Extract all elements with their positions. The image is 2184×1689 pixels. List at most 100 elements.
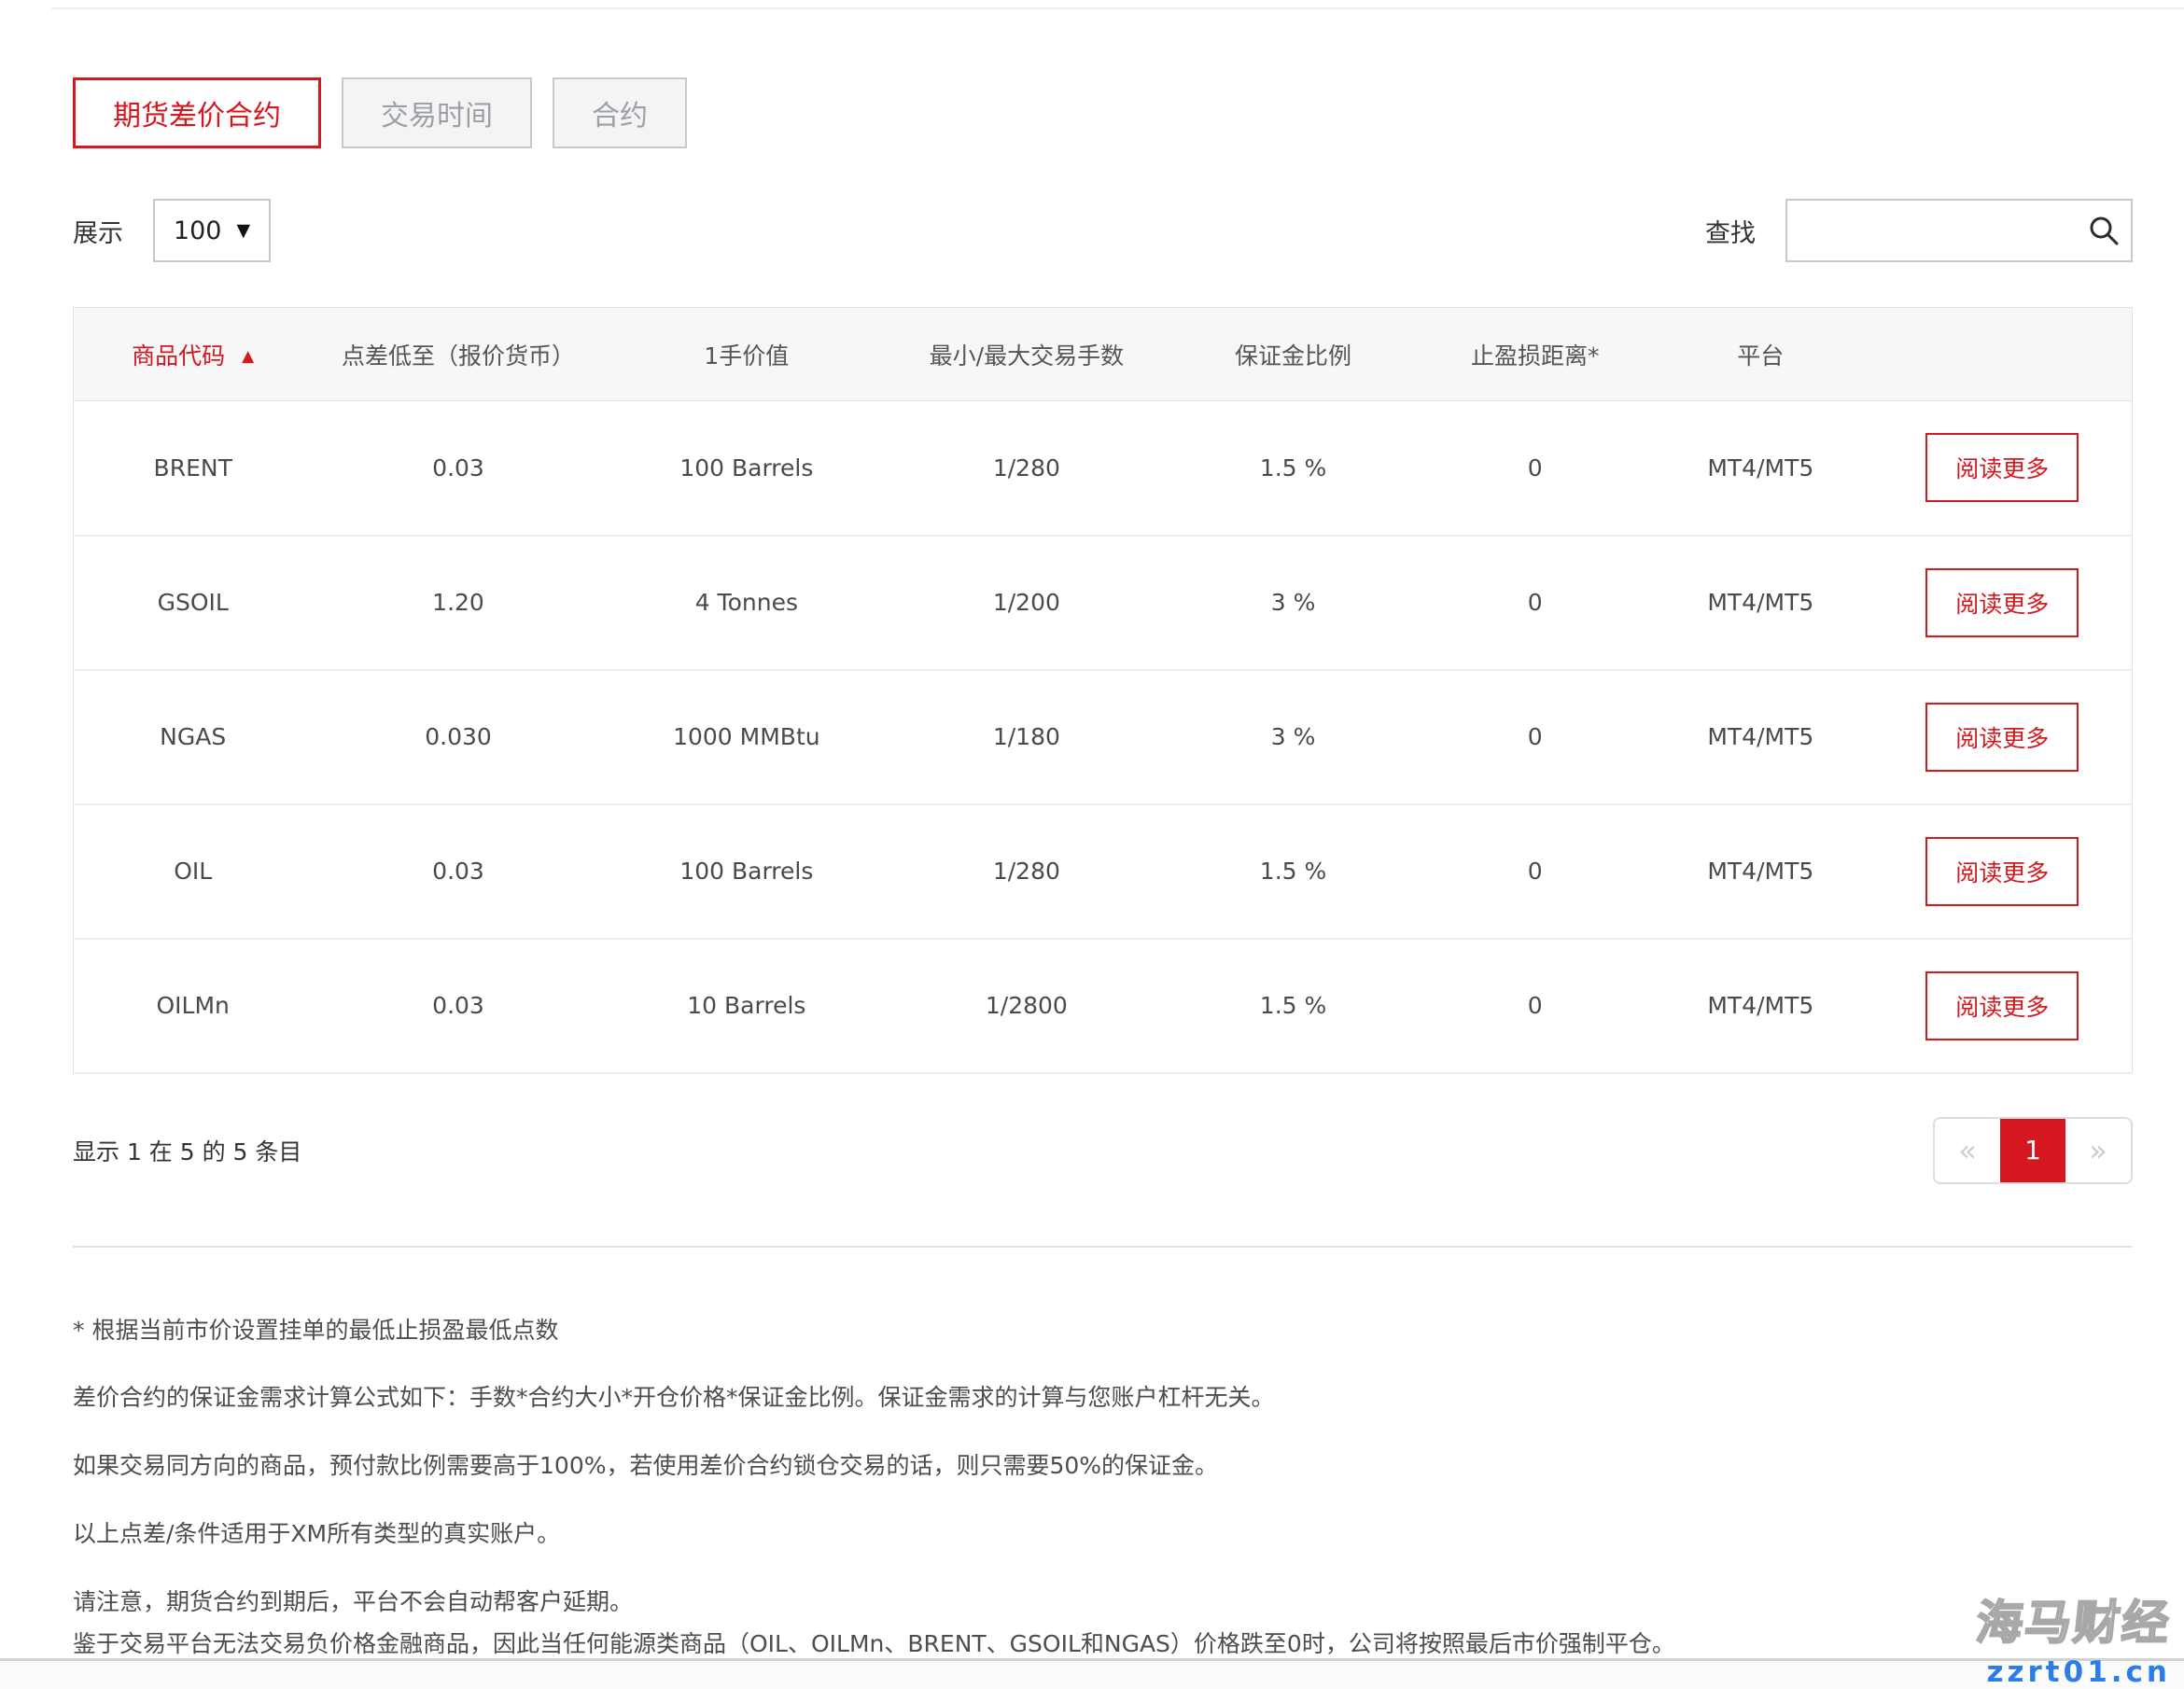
footnote-stop-levels: * 根据当前市价设置挂单的最低止损盈最低点数 — [73, 1315, 2133, 1347]
column-header-min-max-lots[interactable]: 最小/最大交易手数 — [889, 308, 1165, 401]
tab-label: 合约 — [592, 92, 648, 133]
section-divider — [73, 1246, 2133, 1248]
search-input[interactable] — [1787, 201, 2131, 260]
cell-lot-value: 100 Barrels — [605, 401, 889, 536]
cell-platform: MT4/MT5 — [1648, 939, 1872, 1073]
pagination: « 1 » — [1933, 1117, 2133, 1184]
cell-lot-value: 4 Tonnes — [605, 536, 889, 670]
cell-platform: MT4/MT5 — [1648, 536, 1872, 670]
column-header-platform[interactable]: 平台 — [1648, 308, 1872, 401]
chevron-down-icon: ▼ — [236, 220, 250, 241]
cell-spread: 0.030 — [312, 670, 604, 804]
cell-stop-distance: 0 — [1421, 536, 1648, 670]
read-more-button[interactable]: 阅读更多 — [1925, 568, 2079, 637]
cell-min-max: 1/280 — [889, 804, 1165, 939]
cell-spread: 1.20 — [312, 536, 604, 670]
cell-symbol: GSOIL — [74, 536, 313, 670]
footnote-account-types: 以上点差/条件适用于XM所有类型的真实账户。 — [73, 1518, 2133, 1550]
table-row: NGAS 0.030 1000 MMBtu 1/180 3 % 0 MT4/MT… — [74, 670, 2133, 804]
column-header-stop-distance[interactable]: 止盈损距离* — [1421, 308, 1648, 401]
cell-margin: 1.5 % — [1165, 804, 1422, 939]
cell-symbol: NGAS — [74, 670, 313, 804]
show-label: 展示 — [73, 213, 123, 249]
tab-contracts[interactable]: 合约 — [553, 77, 687, 148]
watermark-brand: 海马财经 — [1973, 1585, 2175, 1653]
cell-margin: 1.5 % — [1165, 939, 1422, 1073]
cell-stop-distance: 0 — [1421, 939, 1648, 1073]
search-icon — [2088, 215, 2120, 246]
cell-platform: MT4/MT5 — [1648, 401, 1872, 536]
pagination-page-1[interactable]: 1 — [2000, 1119, 2065, 1182]
cell-stop-distance: 0 — [1421, 804, 1648, 939]
header-row: 商品代码 ▲ 点差低至（报价货币） 1手价值 最小/最大交易手数 保证金比例 止盈… — [74, 308, 2133, 401]
cell-symbol: OILMn — [74, 939, 313, 1073]
tab-bar: 期货差价合约 交易时间 合约 — [73, 77, 2133, 148]
cell-spread: 0.03 — [312, 401, 604, 536]
watermark-site: zzrt01.cn — [1977, 1655, 2171, 1689]
column-header-symbol[interactable]: 商品代码 ▲ — [74, 308, 313, 401]
cell-stop-distance: 0 — [1421, 670, 1648, 804]
search-group: 查找 — [1705, 199, 2133, 262]
cell-min-max: 1/2800 — [889, 939, 1165, 1073]
cell-platform: MT4/MT5 — [1648, 804, 1872, 939]
cell-stop-distance: 0 — [1421, 401, 1648, 536]
cell-symbol: OIL — [74, 804, 313, 939]
page-size-group: 展示 100 ▼ — [73, 199, 271, 262]
table-row: GSOIL 1.20 4 Tonnes 1/200 3 % 0 MT4/MT5 … — [74, 536, 2133, 670]
footnote-negative-prices: 鉴于交易平台无法交易负价格金融商品，因此当任何能源类商品（OIL、OILMn、B… — [73, 1628, 2133, 1660]
column-header-spread[interactable]: 点差低至（报价货币） — [312, 308, 604, 401]
table-row: OIL 0.03 100 Barrels 1/280 1.5 % 0 MT4/M… — [74, 804, 2133, 939]
column-header-label: 商品代码 — [132, 342, 225, 370]
bottom-divider — [0, 1658, 2184, 1689]
cell-min-max: 1/180 — [889, 670, 1165, 804]
cell-lot-value: 10 Barrels — [605, 939, 889, 1073]
footnote-margin-formula: 差价合约的保证金需求计算公式如下：手数*合约大小*开仓价格*保证金比例。保证金需… — [73, 1382, 2133, 1414]
cell-actions: 阅读更多 — [1873, 804, 2133, 939]
cell-actions: 阅读更多 — [1873, 670, 2133, 804]
tab-label: 交易时间 — [381, 92, 493, 133]
cell-actions: 阅读更多 — [1873, 536, 2133, 670]
sort-asc-icon: ▲ — [242, 347, 254, 366]
tab-label: 期货差价合约 — [113, 92, 281, 133]
table-row: OILMn 0.03 10 Barrels 1/2800 1.5 % 0 MT4… — [74, 939, 2133, 1073]
column-header-lot-value[interactable]: 1手价值 — [605, 308, 889, 401]
cell-platform: MT4/MT5 — [1648, 670, 1872, 804]
results-summary: 显示 1 在 5 的 5 条目 — [73, 1134, 301, 1167]
column-header-margin[interactable]: 保证金比例 — [1165, 308, 1422, 401]
table-row: BRENT 0.03 100 Barrels 1/280 1.5 % 0 MT4… — [74, 401, 2133, 536]
read-more-button[interactable]: 阅读更多 — [1925, 433, 2079, 502]
footnote-hedged-margin: 如果交易同方向的商品，预付款比例需要高于100%，若使用差价合约锁仓交易的话，则… — [73, 1450, 2133, 1482]
search-label: 查找 — [1705, 213, 1756, 249]
footnote-expiry-notice: 请注意，期货合约到期后，平台不会自动帮客户延期。 — [73, 1586, 2133, 1618]
cell-lot-value: 1000 MMBtu — [605, 670, 889, 804]
cell-min-max: 1/280 — [889, 401, 1165, 536]
watermark: 海马财经 zzrt01.cn — [1977, 1585, 2171, 1689]
top-divider — [51, 7, 2184, 9]
cell-spread: 0.03 — [312, 939, 604, 1073]
cell-margin: 1.5 % — [1165, 401, 1422, 536]
column-header-actions — [1873, 308, 2133, 401]
cell-lot-value: 100 Barrels — [605, 804, 889, 939]
footnotes: * 根据当前市价设置挂单的最低止损盈最低点数 差价合约的保证金需求计算公式如下：… — [73, 1315, 2133, 1661]
page-size-select[interactable]: 100 ▼ — [153, 199, 271, 262]
cell-min-max: 1/200 — [889, 536, 1165, 670]
table-controls: 展示 100 ▼ 查找 — [73, 199, 2133, 262]
cell-actions: 阅读更多 — [1873, 401, 2133, 536]
main-content: 期货差价合约 交易时间 合约 展示 100 ▼ 查找 — [0, 77, 2184, 1660]
tab-futures-cfd[interactable]: 期货差价合约 — [73, 77, 321, 148]
cell-margin: 3 % — [1165, 670, 1422, 804]
instruments-table: 商品代码 ▲ 点差低至（报价货币） 1手价值 最小/最大交易手数 保证金比例 止盈… — [73, 307, 2133, 1074]
read-more-button[interactable]: 阅读更多 — [1925, 837, 2079, 906]
cell-actions: 阅读更多 — [1873, 939, 2133, 1073]
tab-trading-hours[interactable]: 交易时间 — [342, 77, 532, 148]
read-more-button[interactable]: 阅读更多 — [1925, 703, 2079, 772]
pagination-row: 显示 1 在 5 的 5 条目 « 1 » — [73, 1117, 2133, 1184]
pagination-next-icon[interactable]: » — [2065, 1119, 2131, 1182]
pagination-prev-icon[interactable]: « — [1935, 1119, 2000, 1182]
cell-spread: 0.03 — [312, 804, 604, 939]
cell-margin: 3 % — [1165, 536, 1422, 670]
page-size-value: 100 — [174, 216, 222, 245]
read-more-button[interactable]: 阅读更多 — [1925, 971, 2079, 1040]
search-box — [1785, 199, 2133, 262]
cell-symbol: BRENT — [74, 401, 313, 536]
